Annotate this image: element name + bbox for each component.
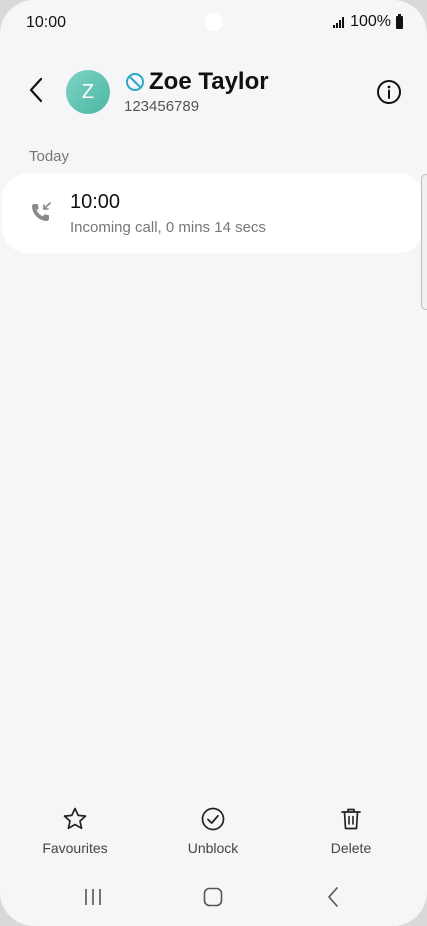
battery-icon: [396, 13, 403, 29]
trash-icon: [338, 806, 364, 832]
unblock-label: Unblock: [187, 840, 239, 856]
navigation-bar: [0, 880, 427, 914]
signal-icon: [333, 16, 345, 28]
call-time: 10:00: [70, 191, 121, 213]
check-circle-icon: [200, 806, 226, 832]
blocked-icon: [124, 71, 146, 93]
nav-back-button[interactable]: [313, 880, 353, 914]
avatar-initial: Z: [81, 80, 95, 103]
delete-label: Delete: [330, 840, 372, 856]
favourites-button[interactable]: Favourites: [20, 806, 130, 856]
phone-screen: 10:00 100% Z Zoe Taylor 123456789 Today …: [0, 0, 427, 926]
status-time: 10:00: [26, 14, 67, 31]
favourites-label: Favourites: [42, 840, 108, 856]
call-description: Incoming call, 0 mins 14 secs: [70, 219, 266, 236]
recents-icon: [85, 889, 101, 905]
battery-percent: 100%: [350, 13, 391, 30]
chevron-left-icon: [29, 77, 43, 103]
home-button[interactable]: [193, 880, 233, 914]
status-indicators: 100%: [333, 13, 403, 31]
recents-button[interactable]: [73, 880, 113, 914]
contact-name-row: Zoe Taylor: [124, 68, 269, 96]
front-camera: [205, 13, 223, 31]
scroll-handle[interactable]: [421, 174, 427, 310]
info-button[interactable]: [375, 78, 403, 106]
contact-number: 123456789: [124, 98, 200, 115]
incoming-call-icon: [30, 201, 52, 223]
action-bar: Favourites Unblock Delete: [0, 806, 427, 866]
star-icon: [62, 806, 88, 832]
home-icon: [203, 887, 223, 907]
back-icon: [328, 887, 338, 907]
unblock-button[interactable]: Unblock: [158, 806, 268, 856]
back-button[interactable]: [18, 72, 54, 108]
avatar[interactable]: Z: [66, 70, 110, 114]
contact-name: Zoe Taylor: [149, 68, 269, 95]
section-label-today: Today: [29, 148, 70, 165]
status-bar: 10:00 100%: [0, 0, 427, 44]
contact-header: Z Zoe Taylor 123456789: [0, 60, 427, 124]
info-icon: [377, 80, 401, 104]
call-log-entry[interactable]: 10:00 Incoming call, 0 mins 14 secs: [2, 173, 424, 253]
delete-button[interactable]: Delete: [296, 806, 406, 856]
